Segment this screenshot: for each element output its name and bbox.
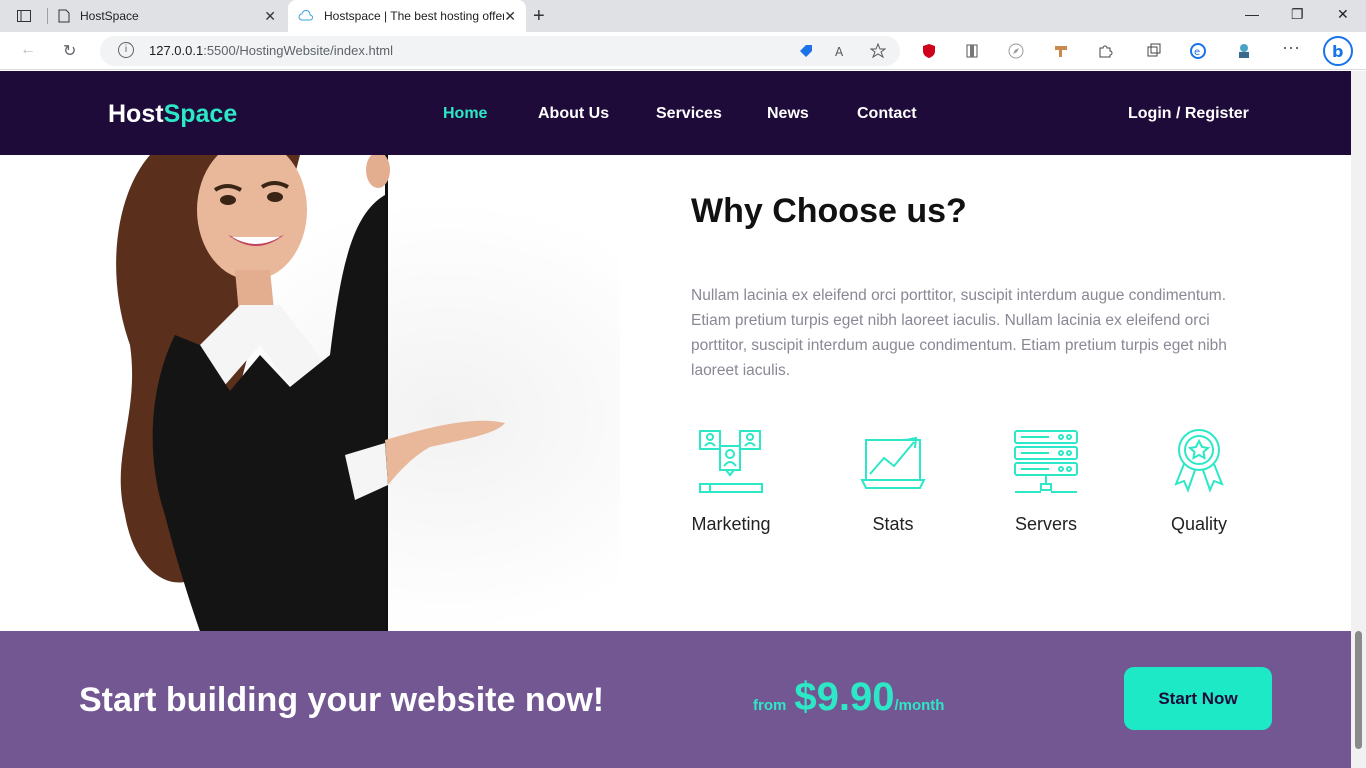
favorite-add-icon[interactable]	[870, 43, 886, 59]
url-path: :5500/HostingWebsite/index.html	[203, 43, 394, 58]
page-icon	[58, 9, 70, 23]
price-from: from	[753, 697, 787, 714]
browser-toolbar: ← ↻ i 127.0.0.1:5500/HostingWebsite/inde…	[0, 32, 1366, 70]
feature-label: Marketing	[691, 514, 771, 534]
compass-icon[interactable]	[1008, 43, 1024, 59]
ie-mode-icon[interactable]: e	[1190, 43, 1206, 59]
nav-news[interactable]: News	[767, 105, 809, 123]
browser-tab-1[interactable]: HostSpace ✕	[48, 0, 286, 32]
more-options-icon[interactable]: ⋯	[1282, 38, 1300, 59]
price-period: /month	[894, 697, 945, 714]
tab-title: HostSpace	[80, 9, 139, 23]
close-icon[interactable]: ✕	[504, 8, 516, 25]
restore-icon[interactable]: ❐	[1291, 6, 1304, 23]
why-choose-us-heading: Why Choose us?	[691, 192, 967, 230]
paint-icon[interactable]	[1053, 43, 1069, 59]
shopping-tag-icon[interactable]	[798, 43, 814, 59]
collections-icon[interactable]	[1146, 43, 1162, 59]
puzzle-icon[interactable]	[1097, 43, 1113, 59]
tab-actions-icon[interactable]	[10, 7, 38, 25]
quality-icon	[1174, 429, 1224, 493]
login-register-link[interactable]: Login / Register	[1128, 105, 1249, 123]
window-close-icon[interactable]: ✕	[1337, 6, 1349, 23]
url-host: 127.0.0.1	[149, 43, 204, 58]
nav-services[interactable]: Services	[656, 105, 722, 123]
logo-main: Host	[108, 100, 164, 128]
svg-text:A: A	[835, 45, 844, 59]
price-amount: $9.90	[794, 675, 895, 719]
browser-tab-bar: HostSpace ✕ Hostspace | The best hosting…	[0, 0, 1366, 32]
extension-icon[interactable]	[964, 43, 980, 59]
refresh-icon[interactable]: ↻	[63, 41, 76, 61]
tab-title: Hostspace | The best hosting offer	[324, 9, 504, 23]
minimize-icon[interactable]: —	[1245, 6, 1259, 22]
site-logo[interactable]: HostSpace	[108, 100, 237, 129]
svg-text:b: b	[1332, 42, 1343, 61]
address-bar[interactable]: i 127.0.0.1:5500/HostingWebsite/index.ht…	[100, 36, 900, 66]
nav-home[interactable]: Home	[443, 105, 487, 123]
back-icon[interactable]: ←	[20, 41, 36, 59]
bing-icon[interactable]: b	[1322, 35, 1354, 67]
hero-woman-image	[0, 155, 620, 631]
cta-banner: Start building your website now! from $9.…	[0, 631, 1351, 768]
profile-icon[interactable]	[1236, 43, 1252, 59]
price-block: from $9.90/month	[753, 675, 944, 720]
feature-servers: Servers	[996, 428, 1096, 535]
site-info-icon[interactable]: i	[118, 42, 134, 58]
why-choose-us-text: Nullam lacinia ex eleifend orci porttito…	[691, 287, 1227, 379]
feature-stats: Stats	[843, 428, 943, 535]
feature-marketing: Marketing	[681, 428, 781, 535]
cloud-icon	[298, 10, 313, 21]
feature-label: Stats	[872, 514, 914, 534]
feature-label: Servers	[1014, 514, 1077, 534]
page-scrollbar[interactable]	[1351, 71, 1366, 768]
start-now-button[interactable]: Start Now	[1124, 667, 1272, 730]
marketing-icon	[699, 430, 763, 493]
stats-icon	[860, 436, 926, 489]
scrollbar-thumb[interactable]	[1355, 631, 1362, 749]
read-aloud-icon[interactable]: A	[834, 43, 850, 59]
shield-icon[interactable]	[921, 43, 937, 59]
logo-accent: Space	[163, 100, 238, 128]
nav-about-us[interactable]: About Us	[538, 105, 609, 123]
cta-title: Start building your website now!	[79, 681, 605, 719]
nav-contact[interactable]: Contact	[857, 105, 917, 123]
new-tab-icon[interactable]: +	[533, 5, 545, 28]
svg-text:e: e	[1194, 47, 1200, 58]
browser-tab-2[interactable]: Hostspace | The best hosting offer ✕	[288, 0, 526, 32]
site-header: HostSpace Home About Us Services News Co…	[0, 71, 1351, 155]
servers-icon	[1014, 430, 1078, 493]
feature-quality: Quality	[1149, 428, 1249, 535]
feature-label: Quality	[1170, 514, 1228, 534]
close-icon[interactable]: ✕	[264, 8, 276, 25]
url-text[interactable]: 127.0.0.1:5500/HostingWebsite/index.html	[149, 43, 393, 58]
